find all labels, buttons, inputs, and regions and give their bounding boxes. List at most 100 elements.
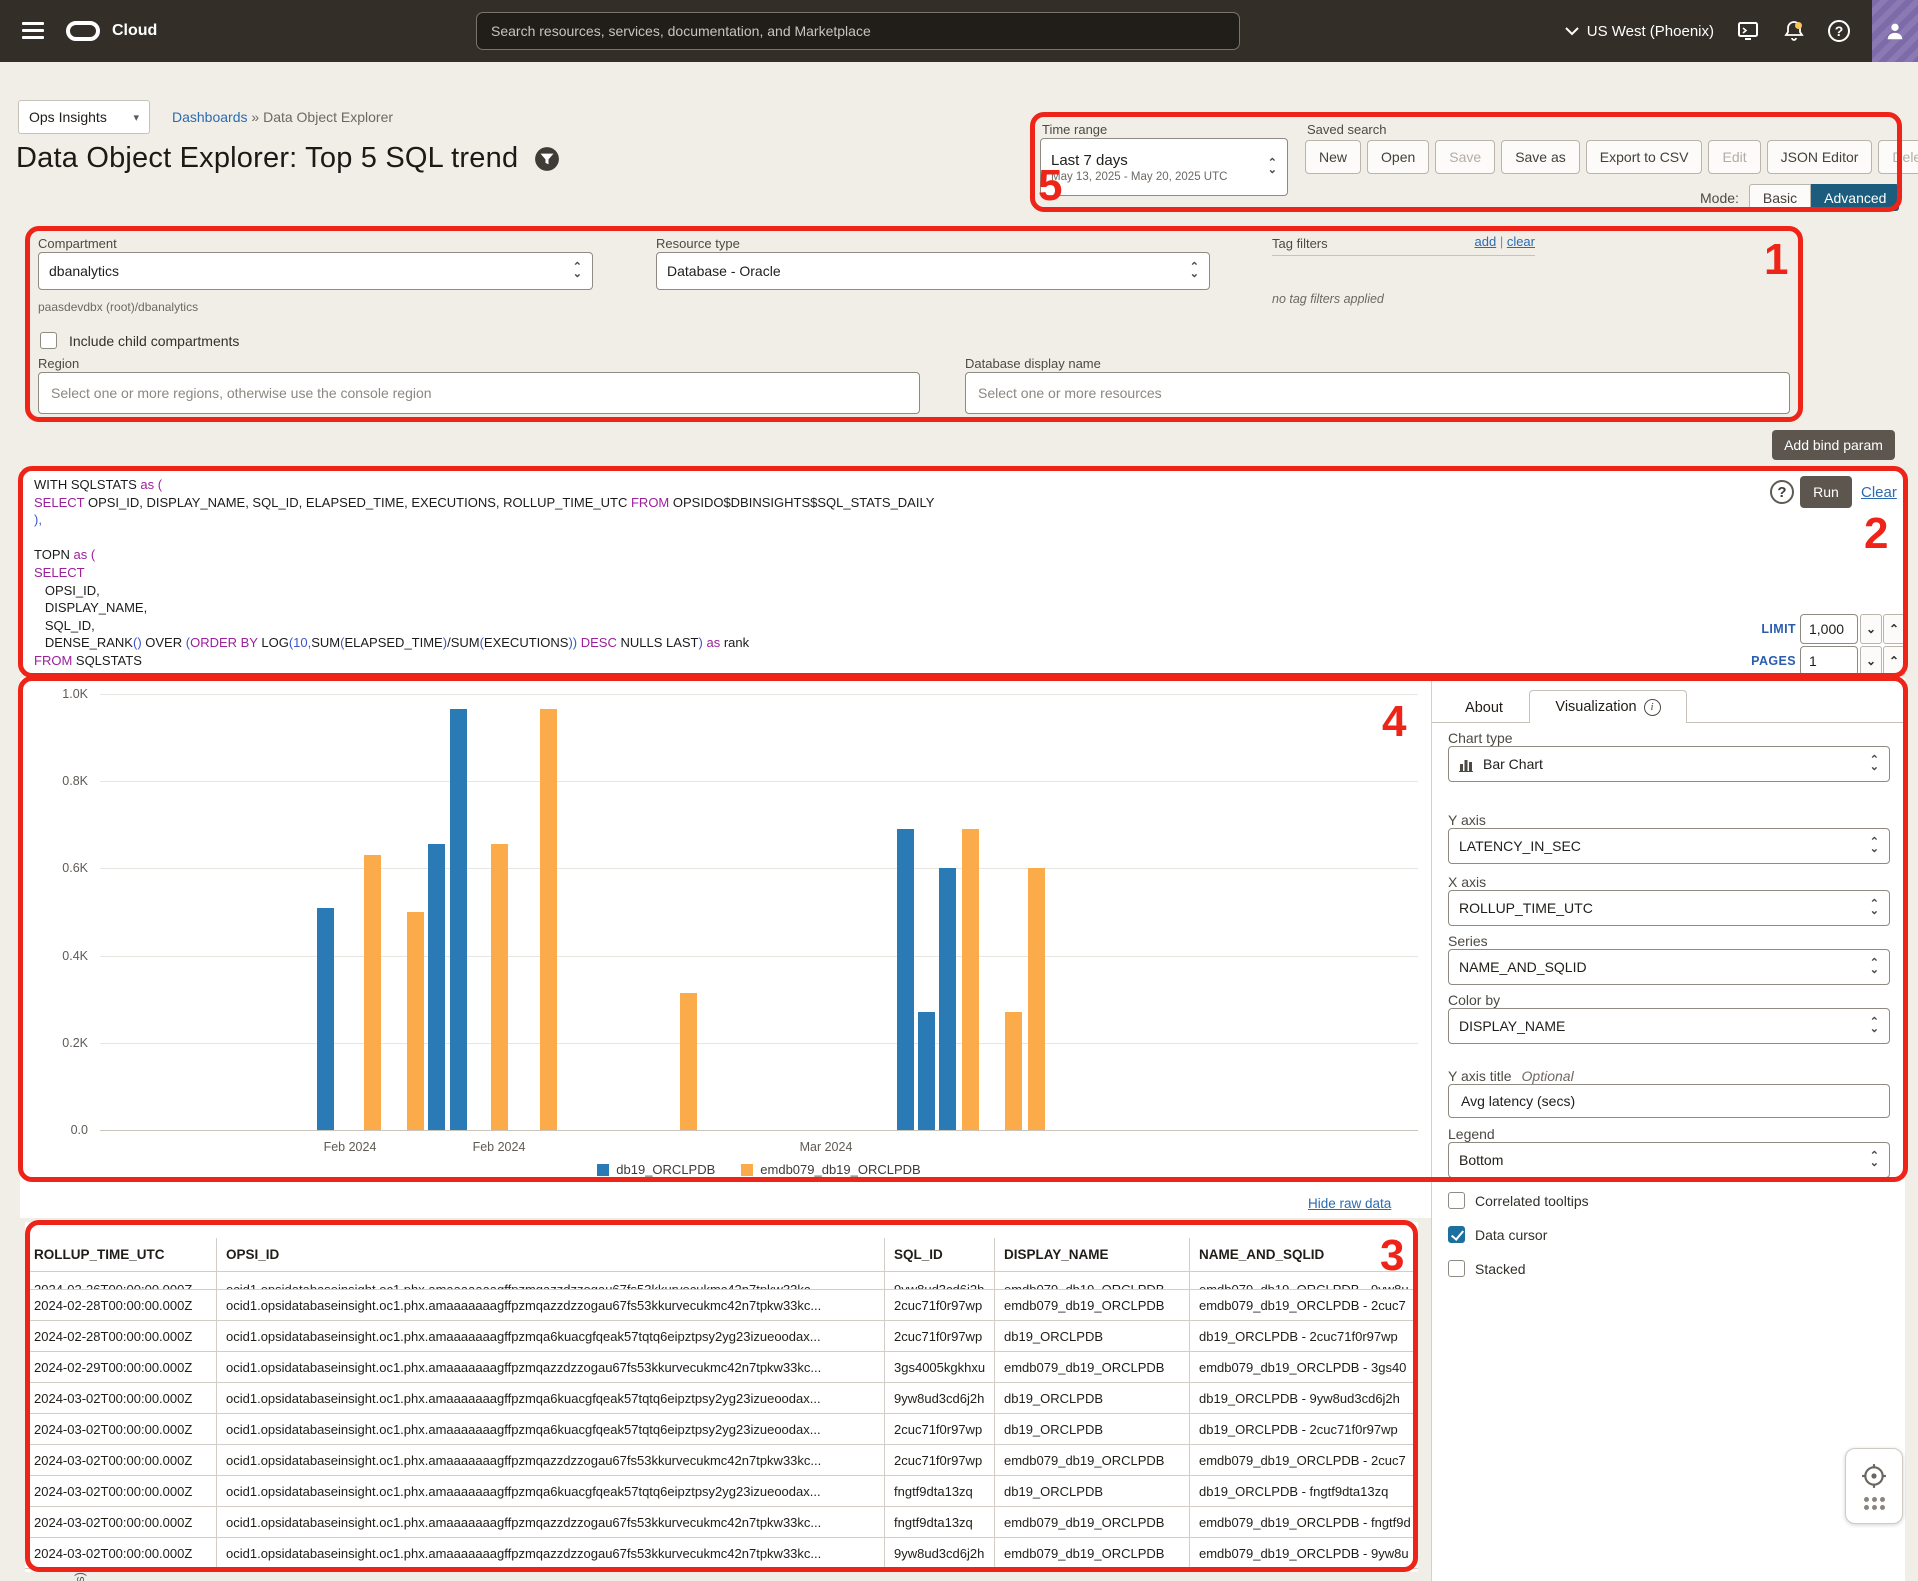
visualization-panel xyxy=(1431,678,1905,1581)
field-label-x-axis: X axis xyxy=(1448,874,1486,890)
region-selector[interactable]: US West (Phoenix) xyxy=(1565,23,1714,40)
limit-increment-button[interactable]: ⌃ xyxy=(1883,614,1905,644)
field-select-chart-type[interactable]: Bar Chart⌃⌄ xyxy=(1448,746,1890,782)
region-filter-label: Region xyxy=(38,356,79,371)
limit-input[interactable] xyxy=(1800,614,1858,644)
mode-advanced-button[interactable]: Advanced xyxy=(1811,184,1899,211)
bar-db19_ORCLPDB[interactable] xyxy=(450,709,467,1130)
table-cell: 2024-02-26T00:00:00.000Z xyxy=(25,1272,217,1289)
table-cell: 3gs4005kgkhxu xyxy=(885,1352,995,1382)
sql-line: DISPLAY_NAME, xyxy=(34,599,934,617)
clear-link[interactable]: Clear xyxy=(1861,484,1897,501)
compartment-select[interactable]: dbanalytics ⌃⌄ xyxy=(38,252,593,290)
annotation-number-1: 1 xyxy=(1764,238,1788,282)
saved-search-json-editor-button[interactable]: JSON Editor xyxy=(1767,140,1873,174)
bar-db19_ORCLPDB[interactable] xyxy=(918,1012,935,1130)
region-filter-input[interactable] xyxy=(38,372,920,414)
region-label: US West (Phoenix) xyxy=(1587,23,1714,40)
help-icon[interactable]: ? xyxy=(1828,20,1850,42)
sql-help-icon[interactable]: ? xyxy=(1770,480,1794,504)
tag-filters-label: Tag filters xyxy=(1272,236,1328,251)
add-bind-param-button[interactable]: Add bind param xyxy=(1772,430,1895,460)
include-child-compartments-label: Include child compartments xyxy=(69,333,239,349)
run-button[interactable]: Run xyxy=(1800,476,1852,508)
table-row: 2024-03-02T00:00:00.000Zocid1.opsidataba… xyxy=(25,1507,1418,1538)
sql-line: TOPN as ( xyxy=(34,546,934,564)
sql-line: SELECT OPSI_ID, DISPLAY_NAME, SQL_ID, EL… xyxy=(34,494,934,512)
checkbox-correlated-tooltips[interactable] xyxy=(1448,1192,1465,1209)
user-avatar[interactable] xyxy=(1872,0,1918,62)
checkbox-data-cursor[interactable] xyxy=(1448,1226,1465,1243)
time-range-select[interactable]: Last 7 days May 13, 2025 - May 20, 2025 … xyxy=(1040,138,1288,196)
bar-db19_ORCLPDB[interactable] xyxy=(428,844,445,1130)
field-select-x-axis[interactable]: ROLLUP_TIME_UTC⌃⌄ xyxy=(1448,890,1890,926)
info-icon: i xyxy=(1644,699,1661,716)
field-select-color-by[interactable]: DISPLAY_NAME⌃⌄ xyxy=(1448,1008,1890,1044)
table-header-row: ROLLUP_TIME_UTCOPSI_IDSQL_IDDISPLAY_NAME… xyxy=(25,1238,1418,1272)
field-select-y-axis[interactable]: LATENCY_IN_SEC⌃⌄ xyxy=(1448,828,1890,864)
global-search-input[interactable] xyxy=(476,12,1240,50)
tab-visualization[interactable]: Visualization i xyxy=(1529,690,1687,723)
resource-type-select[interactable]: Database - Oracle ⌃⌄ xyxy=(656,252,1210,290)
hide-raw-data-link[interactable]: Hide raw data xyxy=(1308,1196,1391,1211)
accessibility-widget[interactable] xyxy=(1845,1448,1903,1524)
bar-emdb079_db19_ORCLPDB[interactable] xyxy=(1028,868,1045,1130)
bar-db19_ORCLPDB[interactable] xyxy=(897,829,914,1130)
breadcrumb-link-dashboards[interactable]: Dashboards xyxy=(172,109,248,125)
limit-decrement-button[interactable]: ⌄ xyxy=(1860,614,1882,644)
y-tick-label: 0.6K xyxy=(28,861,88,875)
pages-input[interactable] xyxy=(1800,646,1858,676)
legend-swatch xyxy=(597,1164,609,1176)
legend-item-db19_ORCLPDB[interactable]: db19_ORCLPDB xyxy=(597,1162,715,1177)
saved-search-edit-button[interactable]: Edit xyxy=(1708,140,1760,174)
saved-search-save-as-button[interactable]: Save as xyxy=(1501,140,1580,174)
bar-emdb079_db19_ORCLPDB[interactable] xyxy=(680,993,697,1130)
pages-decrement-button[interactable]: ⌄ xyxy=(1860,646,1882,676)
sql-editor[interactable]: WITH SQLSTATS as (SELECT OPSI_ID, DISPLA… xyxy=(20,470,1905,674)
saved-search-delete-button[interactable]: Delete xyxy=(1878,140,1918,174)
table-row: 2024-02-28T00:00:00.000Zocid1.opsidataba… xyxy=(25,1290,1418,1321)
notifications-bell-icon[interactable] xyxy=(1782,19,1806,43)
hamburger-menu-icon[interactable] xyxy=(22,22,44,39)
pages-increment-button[interactable]: ⌃ xyxy=(1883,646,1905,676)
include-child-compartments-checkbox[interactable] xyxy=(40,332,57,349)
field-select-legend[interactable]: Bottom⌃⌄ xyxy=(1448,1142,1890,1178)
filter-funnel-icon[interactable] xyxy=(534,146,560,172)
saved-search-save-button[interactable]: Save xyxy=(1435,140,1495,174)
bar-emdb079_db19_ORCLPDB[interactable] xyxy=(491,844,508,1130)
app-switcher-ops-insights[interactable]: Ops Insights ▾ xyxy=(18,100,150,134)
saved-search-label: Saved search xyxy=(1307,122,1387,137)
table-row-clipped: 2024-02-26T00:00:00.000Zocid1.opsidataba… xyxy=(25,1272,1418,1290)
table-cell: 2024-03-02T00:00:00.000Z xyxy=(25,1476,217,1506)
tag-filters-clear-link[interactable]: clear xyxy=(1507,234,1535,249)
legend-item-emdb079_db19_ORCLPDB[interactable]: emdb079_db19_ORCLPDB xyxy=(741,1162,920,1177)
bar-emdb079_db19_ORCLPDB[interactable] xyxy=(1005,1012,1022,1130)
table-cell: 2024-03-02T00:00:00.000Z xyxy=(25,1507,217,1537)
checkbox-stacked[interactable] xyxy=(1448,1260,1465,1277)
table-cell: db19_ORCLPDB - fngtf9dta13zq xyxy=(1190,1476,1418,1506)
saved-search-export-to-csv-button[interactable]: Export to CSV xyxy=(1586,140,1703,174)
tab-about[interactable]: About xyxy=(1443,692,1525,723)
bar-db19_ORCLPDB[interactable] xyxy=(939,868,956,1130)
tag-filters-add-link[interactable]: add xyxy=(1474,234,1496,249)
cloud-shell-icon[interactable] xyxy=(1736,19,1760,43)
stepper-icon: ⌃⌄ xyxy=(1870,1153,1879,1167)
saved-search-open-button[interactable]: Open xyxy=(1367,140,1429,174)
bar-emdb079_db19_ORCLPDB[interactable] xyxy=(364,855,381,1130)
gridline-0.4K xyxy=(100,956,1418,957)
mode-basic-button[interactable]: Basic xyxy=(1749,184,1811,211)
table-cell: 2cuc71f0r97wp xyxy=(885,1445,995,1475)
display-name-input[interactable] xyxy=(965,372,1790,414)
chevron-down-icon: ▾ xyxy=(133,111,139,124)
field-select-series[interactable]: NAME_AND_SQLID⌃⌄ xyxy=(1448,949,1890,985)
bar-emdb079_db19_ORCLPDB[interactable] xyxy=(407,912,424,1130)
bar-emdb079_db19_ORCLPDB[interactable] xyxy=(540,709,557,1130)
table-cell: db19_ORCLPDB - 2cuc71f0r97wp xyxy=(1190,1321,1418,1351)
bar-emdb079_db19_ORCLPDB[interactable] xyxy=(962,829,979,1130)
bar-db19_ORCLPDB[interactable] xyxy=(317,908,334,1130)
table-cell: ocid1.opsidatabaseinsight.oc1.phx.amaaaa… xyxy=(217,1321,885,1351)
table-cell: 2024-03-02T00:00:00.000Z xyxy=(25,1445,217,1475)
table-cell: fngtf9dta13zq xyxy=(885,1507,995,1537)
saved-search-new-button[interactable]: New xyxy=(1305,140,1361,174)
field-input-y-axis-title[interactable] xyxy=(1448,1084,1890,1118)
